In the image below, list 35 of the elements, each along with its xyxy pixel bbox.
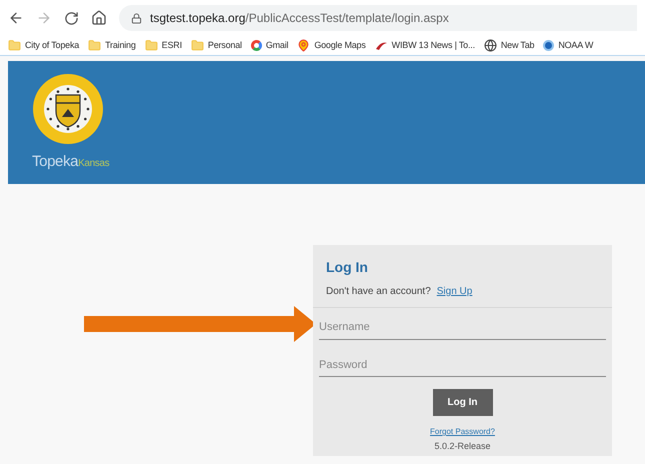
bookmark[interactable]: Google Maps — [297, 38, 366, 52]
swoosh-icon — [374, 40, 388, 50]
folder-icon — [144, 39, 158, 52]
address-bar[interactable]: tsgtest.topeka.org/PublicAccessTest/template/login.aspx — [119, 5, 637, 31]
folder-icon — [8, 39, 21, 52]
input-field[interactable]: Username — [319, 316, 606, 340]
brand-text: TopekaKansas — [32, 152, 110, 172]
login-title: Log In — [326, 258, 369, 277]
log-in-button[interactable]: Log In — [432, 389, 492, 416]
bookmark[interactable]: Personal — [190, 38, 242, 52]
circle-logo-icon — [543, 40, 554, 51]
bookmark[interactable]: City of Topeka — [8, 38, 80, 52]
input-field[interactable]: Password — [319, 354, 606, 377]
bookmark[interactable]: WIBW 13 News | To... — [374, 38, 475, 52]
city-seal-icon — [32, 73, 104, 145]
map-pin-icon — [297, 39, 310, 52]
home-icon[interactable] — [91, 10, 107, 26]
bookmark[interactable]: ESRI — [144, 38, 182, 52]
g-logo-icon — [250, 40, 262, 51]
folder-icon — [88, 39, 102, 52]
account-prompt: Don't have an account? — [326, 285, 431, 299]
bookmark[interactable]: Gmail — [250, 38, 288, 52]
arrow-icon — [84, 306, 316, 342]
forgot-password-link[interactable]: Forgot Password? — [430, 426, 495, 438]
sign-up-link[interactable]: Sign Up — [436, 284, 472, 299]
reload-icon[interactable] — [64, 10, 79, 26]
bookmark[interactable]: NOAA W — [543, 38, 594, 52]
url-text: tsgtest.topeka.org/PublicAccessTest/template/login.aspx — [150, 10, 449, 27]
globe-icon — [484, 39, 497, 52]
lock-icon — [131, 12, 142, 24]
folder-icon — [190, 39, 204, 52]
bookmark[interactable]: Training — [88, 38, 136, 52]
version-text: 5.0.2-Release — [434, 440, 491, 453]
bookmark[interactable]: New Tab — [484, 38, 534, 52]
back-icon[interactable] — [8, 10, 24, 26]
